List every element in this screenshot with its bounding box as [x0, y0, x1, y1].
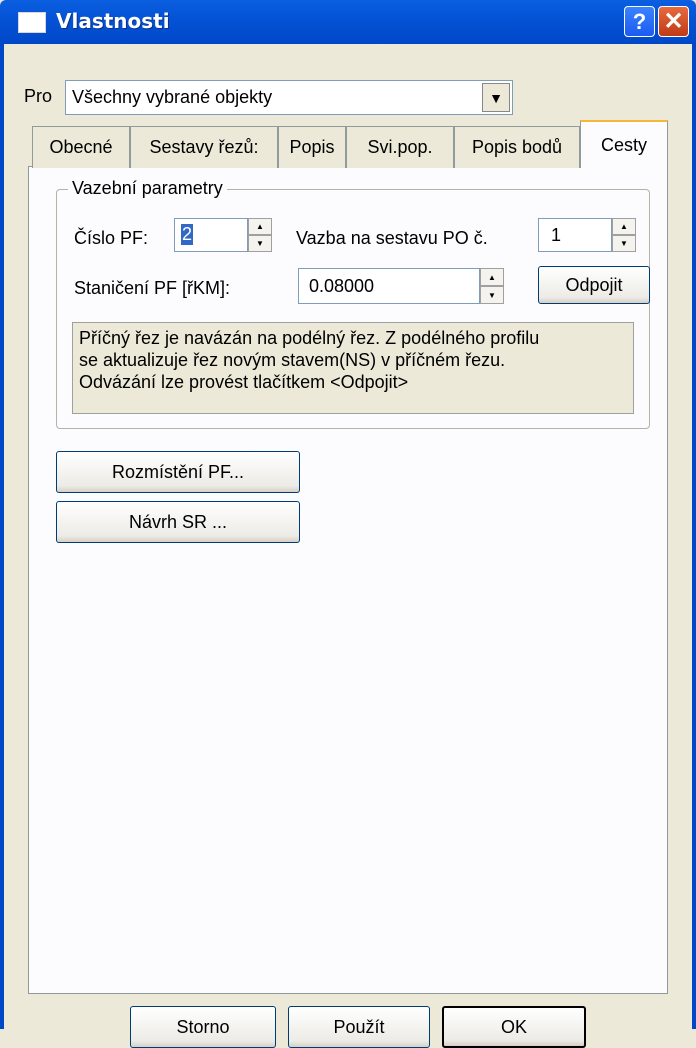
help-button[interactable]: ?: [624, 6, 655, 37]
pro-dropdown-value: Všechny vybrané objekty: [72, 87, 273, 107]
window-title: Vlastnosti: [56, 9, 170, 33]
tab-obecne[interactable]: Obecné: [32, 126, 130, 168]
spin-up-icon[interactable]: ▲: [248, 218, 272, 235]
spin-up-icon[interactable]: ▲: [480, 268, 504, 286]
tab-popis-bodu[interactable]: Popis bodů: [454, 126, 580, 168]
info-text: Příčný řez je navázán na podélný řez. Z …: [72, 322, 634, 414]
window-icon: [18, 12, 46, 33]
pro-dropdown[interactable]: Všechny vybrané objekty ▼: [65, 80, 513, 115]
staniceni-spinner[interactable]: ▲ ▼: [480, 268, 504, 304]
tab-svi-pop[interactable]: Svi.pop.: [346, 126, 454, 168]
ok-button[interactable]: OK: [442, 1006, 586, 1048]
vazba-value: 1: [551, 225, 562, 245]
info-line: Odvázání lze provést tlačítkem <Odpojit>: [79, 372, 409, 392]
staniceni-label: Staničení PF [řKM]:: [74, 278, 231, 298]
spin-down-icon[interactable]: ▼: [248, 235, 272, 252]
group-title: Vazební parametry: [68, 178, 227, 199]
tab-sestavy-rezu[interactable]: Sestavy řezů:: [130, 126, 278, 168]
staniceni-field[interactable]: 0.08000: [298, 268, 480, 304]
rozmisteni-pf-button[interactable]: Rozmístění PF...: [56, 451, 300, 493]
pro-label: Pro: [24, 86, 53, 106]
cislo-pf-label: Číslo PF:: [74, 228, 149, 248]
info-line: se aktualizuje řez novým stavem(NS) v př…: [79, 350, 506, 370]
storno-button[interactable]: Storno: [130, 1006, 276, 1048]
vazba-spinner[interactable]: ▲ ▼: [612, 218, 636, 252]
vazba-field[interactable]: 1: [538, 218, 612, 252]
staniceni-value: 0.08000: [309, 276, 375, 296]
info-line: Příčný řez je navázán na podélný řez. Z …: [79, 328, 540, 348]
odpojit-button[interactable]: Odpojit: [538, 266, 650, 304]
vazba-label: Vazba na sestavu PO č.: [296, 228, 488, 248]
cislo-pf-field[interactable]: 2: [174, 218, 248, 252]
pouzit-button[interactable]: Použít: [288, 1006, 430, 1048]
chevron-down-icon[interactable]: ▼: [482, 83, 510, 112]
tab-popis[interactable]: Popis: [278, 126, 346, 168]
tab-cesty[interactable]: Cesty: [580, 120, 668, 168]
spin-up-icon[interactable]: ▲: [612, 218, 636, 235]
navrh-sr-button[interactable]: Návrh SR ...: [56, 501, 300, 543]
spin-down-icon[interactable]: ▼: [480, 286, 504, 304]
cislo-pf-value: 2: [181, 224, 194, 245]
cislo-pf-spinner[interactable]: ▲ ▼: [248, 218, 272, 252]
close-button[interactable]: ✕: [658, 6, 689, 37]
spin-down-icon[interactable]: ▼: [612, 235, 636, 252]
